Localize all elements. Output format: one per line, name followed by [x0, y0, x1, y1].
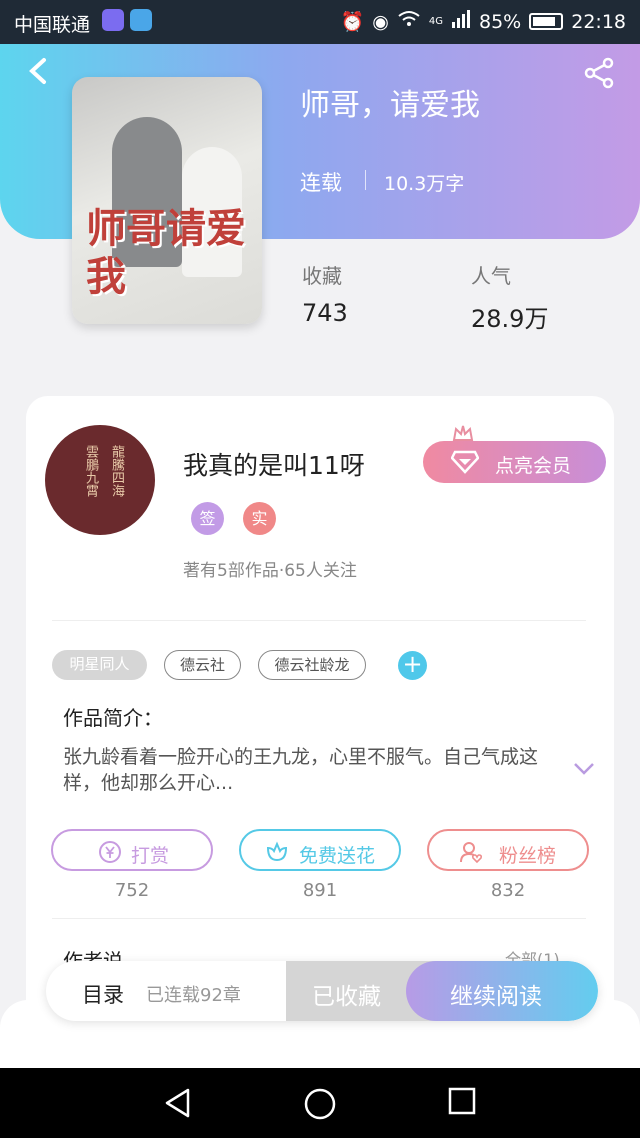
divider — [52, 918, 586, 919]
author-name[interactable]: 我真的是叫11呀 — [183, 446, 365, 482]
diamond-icon — [451, 450, 479, 474]
divider — [52, 620, 586, 621]
share-icon[interactable] — [582, 56, 616, 90]
popularity-count: 28.9万 — [471, 305, 549, 333]
system-nav-bar — [0, 1068, 640, 1138]
favorited-label: 已收藏 — [312, 984, 381, 1010]
toc-button[interactable]: 目录 — [82, 979, 124, 1009]
book-cover[interactable]: 师哥请爱我 — [72, 77, 262, 324]
serial-status: 连载 — [300, 171, 342, 195]
battery-percent: 85% — [479, 10, 522, 33]
tag-chip[interactable]: 德云社 — [164, 650, 241, 680]
tag-chip[interactable]: 德云社龄龙 — [258, 650, 366, 680]
wifi-icon — [397, 10, 421, 33]
signal-icon — [451, 10, 471, 33]
intro-text: 张九龄看着一脸开心的王九龙，心里不服气。自己气成这样，他却那么开心... — [63, 746, 539, 794]
bottom-action-bar: 目录 已连载92章 已收藏 继续阅读 — [46, 961, 598, 1021]
battery-icon — [529, 13, 564, 30]
fan-count: 832 — [490, 880, 526, 901]
clock: 22:18 — [571, 10, 626, 33]
expand-chevron-icon[interactable] — [573, 762, 595, 776]
flower-count: 891 — [302, 880, 338, 901]
avatar-text: 龍騰四海 — [109, 445, 124, 497]
cover-title: 师哥请爱我 — [86, 205, 246, 300]
carrier-name: 中国联通 — [14, 14, 91, 36]
tip-count: 752 — [114, 880, 150, 901]
divider — [365, 170, 366, 190]
send-flower-label: 免费送花 — [299, 845, 376, 867]
flower-icon — [266, 841, 288, 862]
author-avatar[interactable]: 龍騰四海 雲鵬九霄 — [45, 425, 155, 535]
back-arrow-icon[interactable] — [24, 56, 54, 86]
chapter-count[interactable]: 已连载92章 — [146, 981, 241, 1007]
nav-recents-icon[interactable] — [448, 1087, 476, 1115]
send-flower-button[interactable]: 免费送花 — [239, 829, 401, 871]
app-notification-icon — [130, 9, 152, 31]
eye-icon: ◉ — [372, 10, 389, 33]
vip-button-label: 点亮会员 — [495, 455, 572, 477]
favorites-label: 收藏 — [302, 264, 342, 288]
nav-home-icon[interactable] — [303, 1087, 337, 1121]
fan-user-icon — [460, 842, 483, 864]
tip-button[interactable]: 打赏 — [51, 829, 213, 871]
phone-app-icon — [102, 9, 124, 31]
add-tag-button[interactable]: + — [398, 651, 427, 680]
popularity-label: 人气 — [471, 264, 511, 288]
fan-ranking-label: 粉丝榜 — [499, 845, 557, 867]
continue-reading-label: 继续阅读 — [450, 984, 542, 1010]
alarm-icon: ⏰ — [340, 11, 365, 33]
tip-button-label: 打赏 — [131, 845, 170, 867]
word-count: 10.3万字 — [384, 173, 465, 195]
vip-button[interactable]: 点亮会员 — [423, 441, 606, 483]
crown-icon — [452, 425, 474, 441]
yuan-coin-icon — [99, 841, 121, 863]
tag-chip[interactable]: 明星同人 — [52, 650, 147, 680]
verified-badge: 实 — [243, 502, 276, 535]
network-type: 4G — [428, 16, 443, 27]
status-bar: 中国联通 ⏰ ◉ 4G 85% 22:18 — [0, 0, 640, 44]
continue-reading-button[interactable]: 继续阅读 — [406, 961, 598, 1021]
fan-ranking-button[interactable]: 粉丝榜 — [427, 829, 589, 871]
signed-badge: 签 — [191, 502, 224, 535]
avatar-text: 雲鵬九霄 — [83, 445, 98, 497]
intro-heading: 作品简介： — [63, 706, 163, 730]
nav-back-icon[interactable] — [163, 1087, 193, 1119]
book-title: 师哥，请爱我 — [300, 88, 480, 123]
author-stats: 著有5部作品·65人关注 — [183, 561, 357, 581]
favorites-count: 743 — [302, 299, 348, 327]
